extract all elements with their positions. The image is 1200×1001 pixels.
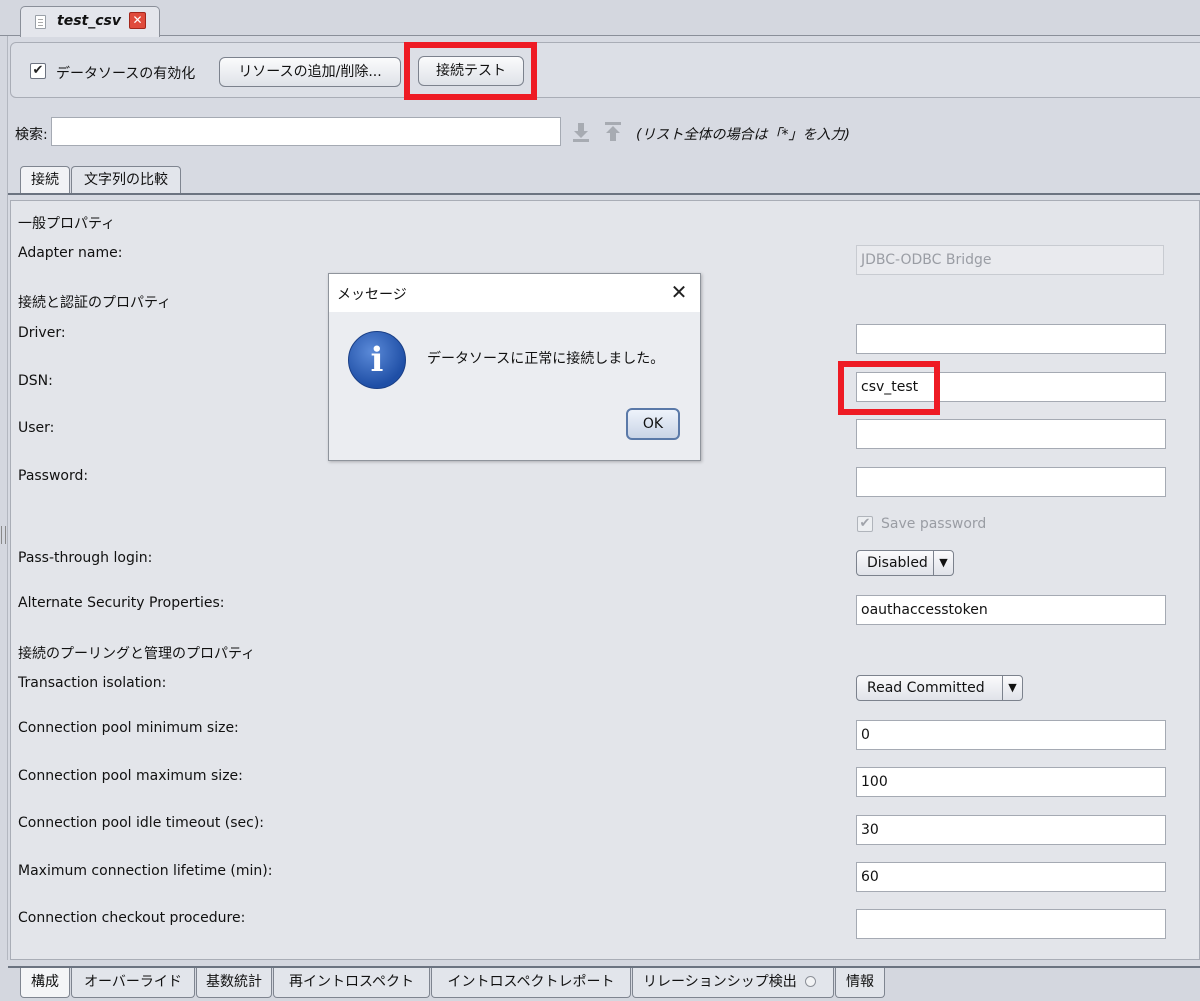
pool-min-label: Connection pool minimum size: bbox=[18, 720, 239, 736]
highlight-box-dsn bbox=[838, 361, 940, 415]
isolation-label: Transaction isolation: bbox=[18, 675, 167, 691]
driver-field[interactable] bbox=[856, 324, 1166, 354]
section-general: 一般プロパティ bbox=[18, 216, 116, 232]
alt-security-label: Alternate Security Properties: bbox=[18, 595, 225, 611]
save-password-label: Save password bbox=[881, 516, 987, 532]
enable-datasource-label: データソースの有効化 bbox=[56, 66, 196, 82]
password-label: Password: bbox=[18, 468, 89, 484]
max-lifetime-field[interactable]: 60 bbox=[856, 862, 1166, 892]
tab-divider bbox=[8, 193, 1200, 195]
pool-min-field[interactable]: 0 bbox=[856, 720, 1166, 750]
tab-override[interactable]: オーバーライド bbox=[71, 968, 195, 998]
isolation-dropdown[interactable]: Read Committed ▼ bbox=[856, 675, 1023, 701]
close-icon[interactable]: ✕ bbox=[667, 280, 691, 304]
tab-configuration[interactable]: 構成 bbox=[20, 968, 70, 998]
splitter-grip-icon bbox=[1, 526, 6, 544]
dropdown-arrow-icon: ▼ bbox=[1002, 676, 1022, 700]
search-input[interactable] bbox=[51, 117, 561, 146]
password-field[interactable] bbox=[856, 467, 1166, 497]
adapter-name-label: Adapter name: bbox=[18, 245, 123, 261]
ok-button[interactable]: OK bbox=[626, 408, 680, 440]
adapter-name-field: JDBC-ODBC Bridge bbox=[856, 245, 1164, 275]
tab-relationship-label: リレーションシップ検出 bbox=[643, 974, 797, 990]
section-pooling: 接続のプーリングと管理のプロパティ bbox=[18, 646, 256, 662]
download-arrow-icon[interactable] bbox=[571, 121, 591, 143]
max-lifetime-label: Maximum connection lifetime (min): bbox=[18, 863, 273, 879]
user-field[interactable] bbox=[856, 419, 1166, 449]
tab-info[interactable]: 情報 bbox=[835, 968, 885, 998]
user-label: User: bbox=[18, 420, 55, 436]
tab-string-compare[interactable]: 文字列の比較 bbox=[71, 166, 181, 194]
dialog-message: データソースに正常に接続しました。 bbox=[427, 351, 665, 367]
section-auth: 接続と認証のプロパティ bbox=[18, 295, 172, 311]
passthrough-value: Disabled bbox=[867, 555, 928, 571]
upload-arrow-icon[interactable] bbox=[603, 121, 623, 143]
passthrough-label: Pass-through login: bbox=[18, 550, 153, 566]
message-dialog: メッセージ ✕ i データソースに正常に接続しました。 OK bbox=[328, 273, 701, 461]
tab-introspect-report[interactable]: イントロスペクトレポート bbox=[431, 968, 631, 998]
close-tab-icon[interactable]: ✕ bbox=[129, 12, 146, 29]
editor-tab-bar bbox=[0, 0, 1200, 36]
passthrough-dropdown[interactable]: Disabled ▼ bbox=[856, 550, 954, 576]
search-label: 検索: bbox=[15, 127, 48, 143]
driver-label: Driver: bbox=[18, 325, 66, 341]
info-icon: i bbox=[348, 331, 406, 389]
status-circle-icon bbox=[805, 976, 817, 987]
add-remove-resource-button[interactable]: リソースの追加/削除... bbox=[219, 57, 401, 87]
isolation-value: Read Committed bbox=[867, 680, 985, 696]
dropdown-arrow-icon: ▼ bbox=[933, 551, 953, 575]
dialog-titlebar[interactable]: メッセージ ✕ bbox=[329, 274, 700, 312]
left-splitter[interactable] bbox=[0, 36, 8, 1001]
dialog-title: メッセージ bbox=[337, 287, 407, 303]
idle-timeout-field[interactable]: 30 bbox=[856, 815, 1166, 845]
editor-tab-label: test_csv bbox=[57, 13, 121, 29]
checkout-proc-field[interactable] bbox=[856, 909, 1166, 939]
tab-connection[interactable]: 接続 bbox=[20, 166, 70, 194]
search-hint: (リスト全体の場合は「*」を入力) bbox=[636, 127, 850, 143]
alt-security-field[interactable]: oauthaccesstoken bbox=[856, 595, 1166, 625]
idle-timeout-label: Connection pool idle timeout (sec): bbox=[18, 815, 265, 831]
pool-max-label: Connection pool maximum size: bbox=[18, 768, 243, 784]
editor-tab-test-csv[interactable]: test_csv ✕ bbox=[20, 6, 160, 37]
document-icon bbox=[35, 15, 46, 29]
save-password-checkbox: ✔ bbox=[857, 516, 873, 532]
enable-datasource-checkbox[interactable]: ✔ bbox=[30, 63, 46, 79]
pool-max-field[interactable]: 100 bbox=[856, 767, 1166, 797]
tab-reintrospect[interactable]: 再イントロスペクト bbox=[273, 968, 430, 998]
tab-cardinality[interactable]: 基数統計 bbox=[196, 968, 272, 998]
checkout-proc-label: Connection checkout procedure: bbox=[18, 910, 246, 926]
test-connection-button[interactable]: 接続テスト bbox=[418, 56, 524, 86]
tab-relationship-detect[interactable]: リレーションシップ検出 bbox=[632, 968, 834, 998]
dsn-label: DSN: bbox=[18, 373, 53, 389]
